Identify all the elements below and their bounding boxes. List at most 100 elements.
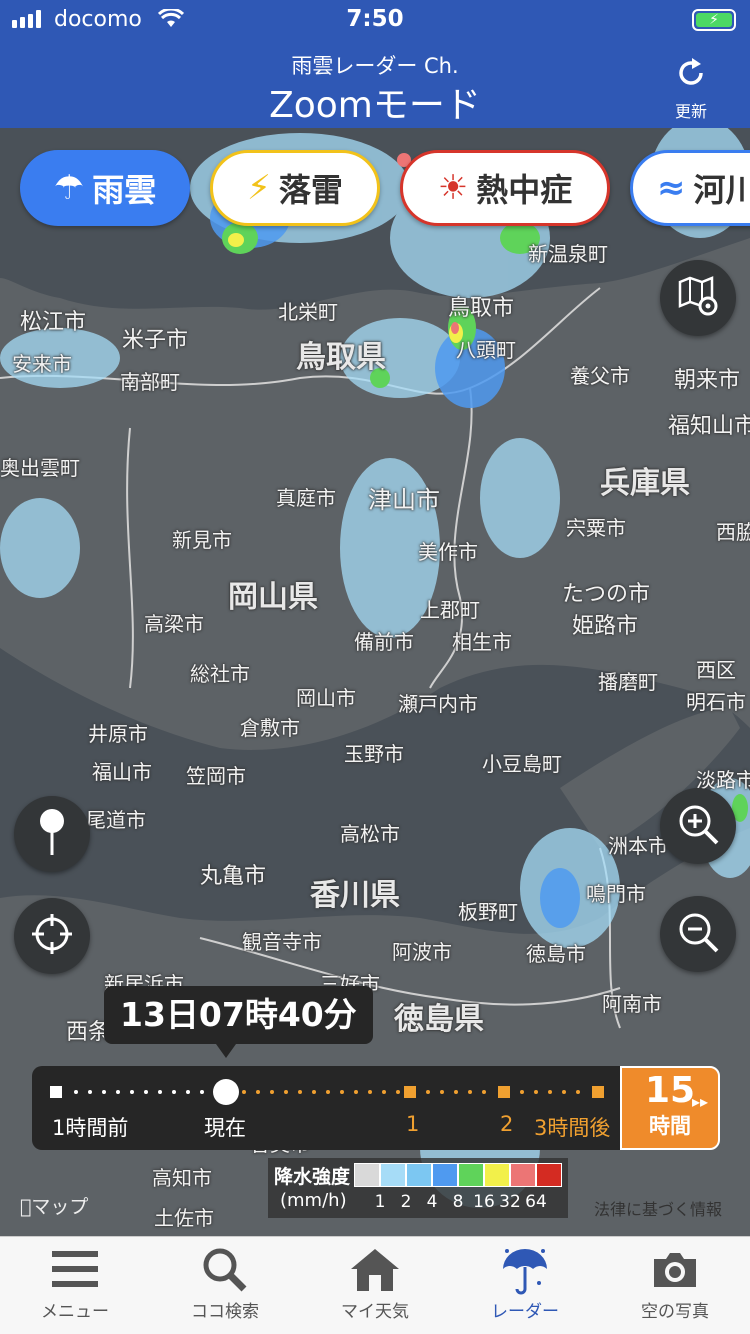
legend-title: 降水強度 xyxy=(274,1166,351,1188)
place-label: 養父市 xyxy=(570,364,630,388)
river-icon: ≈ xyxy=(657,168,686,208)
legend-value: 2 xyxy=(400,1192,412,1212)
place-label: 朝来市 xyxy=(674,368,741,393)
place-label: 岡山市 xyxy=(296,686,356,710)
map-settings-icon xyxy=(676,274,720,322)
place-label: 笠岡市 xyxy=(186,764,246,788)
place-label: 新見市 xyxy=(172,528,232,552)
tab-bar: メニュー ココ検索 マイ天気 レーダー 空の写真 xyxy=(0,1236,750,1334)
slider-end-label: 3時間後 xyxy=(534,1116,611,1140)
place-label: 西区 xyxy=(696,658,736,682)
place-label: 真庭市 xyxy=(276,486,336,510)
legend-swatch xyxy=(458,1163,484,1187)
precipitation-legend: 降水強度 (mm/h) 1 2 4 8 16 32 64 xyxy=(268,1158,568,1218)
current-time-label: 13日07時40分 xyxy=(104,986,373,1058)
pin-location-button[interactable] xyxy=(14,796,90,872)
place-label: 総社市 xyxy=(190,662,250,686)
place-label: 阿南市 xyxy=(602,992,662,1016)
place-label: 丸亀市 xyxy=(200,864,267,889)
place-label: 洲本市 xyxy=(608,834,668,858)
place-label: 松江市 xyxy=(20,310,87,335)
layer-rain-button[interactable]: ☂ 雨雲 xyxy=(20,150,190,226)
slider-mark-1: 1 xyxy=(406,1112,420,1136)
zoom-out-button[interactable] xyxy=(660,896,736,972)
legend-unit: (mm/h) xyxy=(280,1190,347,1211)
tab-my-weather[interactable]: マイ天気 xyxy=(300,1237,450,1334)
place-label: 姫路市 xyxy=(572,614,639,639)
crosshair-icon xyxy=(30,912,74,960)
camera-icon xyxy=(600,1237,750,1297)
place-label: 徳島市 xyxy=(526,942,586,966)
legend-value: 1 xyxy=(374,1192,386,1212)
layer-heatstroke-button[interactable]: ☀ 熱中症 xyxy=(400,150,610,226)
home-icon xyxy=(300,1237,450,1297)
legal-info-link[interactable]: 法律に基づく情報 xyxy=(594,1196,722,1220)
place-label: 安来市 xyxy=(12,352,72,376)
layer-lightning-button[interactable]: ⚡ 落雷 xyxy=(210,150,380,226)
place-label: 尾道市 xyxy=(86,808,146,832)
page-title: Zoomモード xyxy=(269,85,481,126)
place-label: 阿波市 xyxy=(392,940,452,964)
place-label: たつの市 xyxy=(562,582,651,607)
forecast-15h-button[interactable]: 15 時間 ▸▸ xyxy=(620,1066,720,1150)
place-label: 美作市 xyxy=(418,540,478,564)
place-label: 鳥取県 xyxy=(296,340,386,375)
legend-value: 64 xyxy=(525,1192,547,1212)
legend-swatch xyxy=(510,1163,536,1187)
tab-sky-photos[interactable]: 空の写真 xyxy=(600,1237,750,1334)
place-label: 南部町 xyxy=(120,370,180,394)
map-settings-button[interactable] xyxy=(660,260,736,336)
layer-river-button[interactable]: ≈ 河川 xyxy=(630,150,750,226)
pin-icon xyxy=(32,807,72,861)
place-label: 板野町 xyxy=(458,900,518,924)
place-label: 新温泉町 xyxy=(528,242,608,266)
place-label: 徳島県 xyxy=(394,1002,484,1037)
refresh-button[interactable]: 更新 xyxy=(668,56,714,122)
legend-swatch xyxy=(432,1163,458,1187)
place-label: 鳴門市 xyxy=(586,882,646,906)
place-label: 高梁市 xyxy=(144,612,204,636)
status-bar: docomo 7:50 ⚡ xyxy=(0,0,750,40)
umbrella-icon xyxy=(450,1237,600,1297)
place-label: 北栄町 xyxy=(278,300,338,324)
place-label: 倉敷市 xyxy=(240,716,300,740)
app-header: docomo 7:50 ⚡ 雨雲レーダー Ch. Zoomモード 更新 xyxy=(0,0,750,128)
place-label: 津山市 xyxy=(368,486,440,514)
place-label: 観音寺市 xyxy=(242,930,322,954)
legend-value: 8 xyxy=(452,1192,464,1212)
zoom-in-icon xyxy=(675,801,721,851)
rain-cloud-icon: ☂ xyxy=(53,168,85,208)
legend-swatch xyxy=(354,1163,380,1187)
place-label: 播磨町 xyxy=(598,670,658,694)
legend-value: 4 xyxy=(426,1192,438,1212)
place-label: 福山市 xyxy=(92,760,152,784)
slider-thumb[interactable] xyxy=(213,1079,239,1105)
place-label: 高松市 xyxy=(340,822,400,846)
map-credit: マップ xyxy=(20,1196,88,1218)
legend-value: 16 xyxy=(473,1192,495,1212)
place-label: 鳥取市 xyxy=(448,296,515,321)
place-label: 高知市 xyxy=(152,1166,212,1190)
place-label: 相生市 xyxy=(452,630,512,654)
legend-swatch xyxy=(406,1163,432,1187)
legend-swatch xyxy=(536,1163,562,1187)
place-label: 岡山県 xyxy=(228,580,318,615)
slider-start-label: 1時間前 xyxy=(52,1116,129,1140)
place-label: 明石市 xyxy=(686,690,746,714)
radar-map[interactable]: ☂ 雨雲 ⚡ 落雷 ☀ 熱中症 ≈ 河川 新温泉町 鳥取市 北栄町 松江市 米子… xyxy=(0,128,750,1236)
lightning-icon: ⚡ xyxy=(247,168,271,208)
tab-menu[interactable]: メニュー xyxy=(0,1237,150,1334)
slider-mark-2: 2 xyxy=(500,1112,514,1136)
status-time: 7:50 xyxy=(346,6,404,32)
zoom-in-button[interactable] xyxy=(660,788,736,864)
sun-icon: ☀ xyxy=(437,168,469,208)
tab-radar[interactable]: レーダー xyxy=(450,1237,600,1334)
slider-now-label: 現在 xyxy=(204,1116,246,1140)
legend-swatch xyxy=(380,1163,406,1187)
place-label: 八頭町 xyxy=(456,338,516,362)
place-label: 宍粟市 xyxy=(566,516,626,540)
current-location-button[interactable] xyxy=(14,898,90,974)
time-slider[interactable]: 1時間前 現在 1 2 3時間後 xyxy=(32,1066,620,1150)
tab-search[interactable]: ココ検索 xyxy=(150,1237,300,1334)
menu-icon xyxy=(0,1237,150,1297)
